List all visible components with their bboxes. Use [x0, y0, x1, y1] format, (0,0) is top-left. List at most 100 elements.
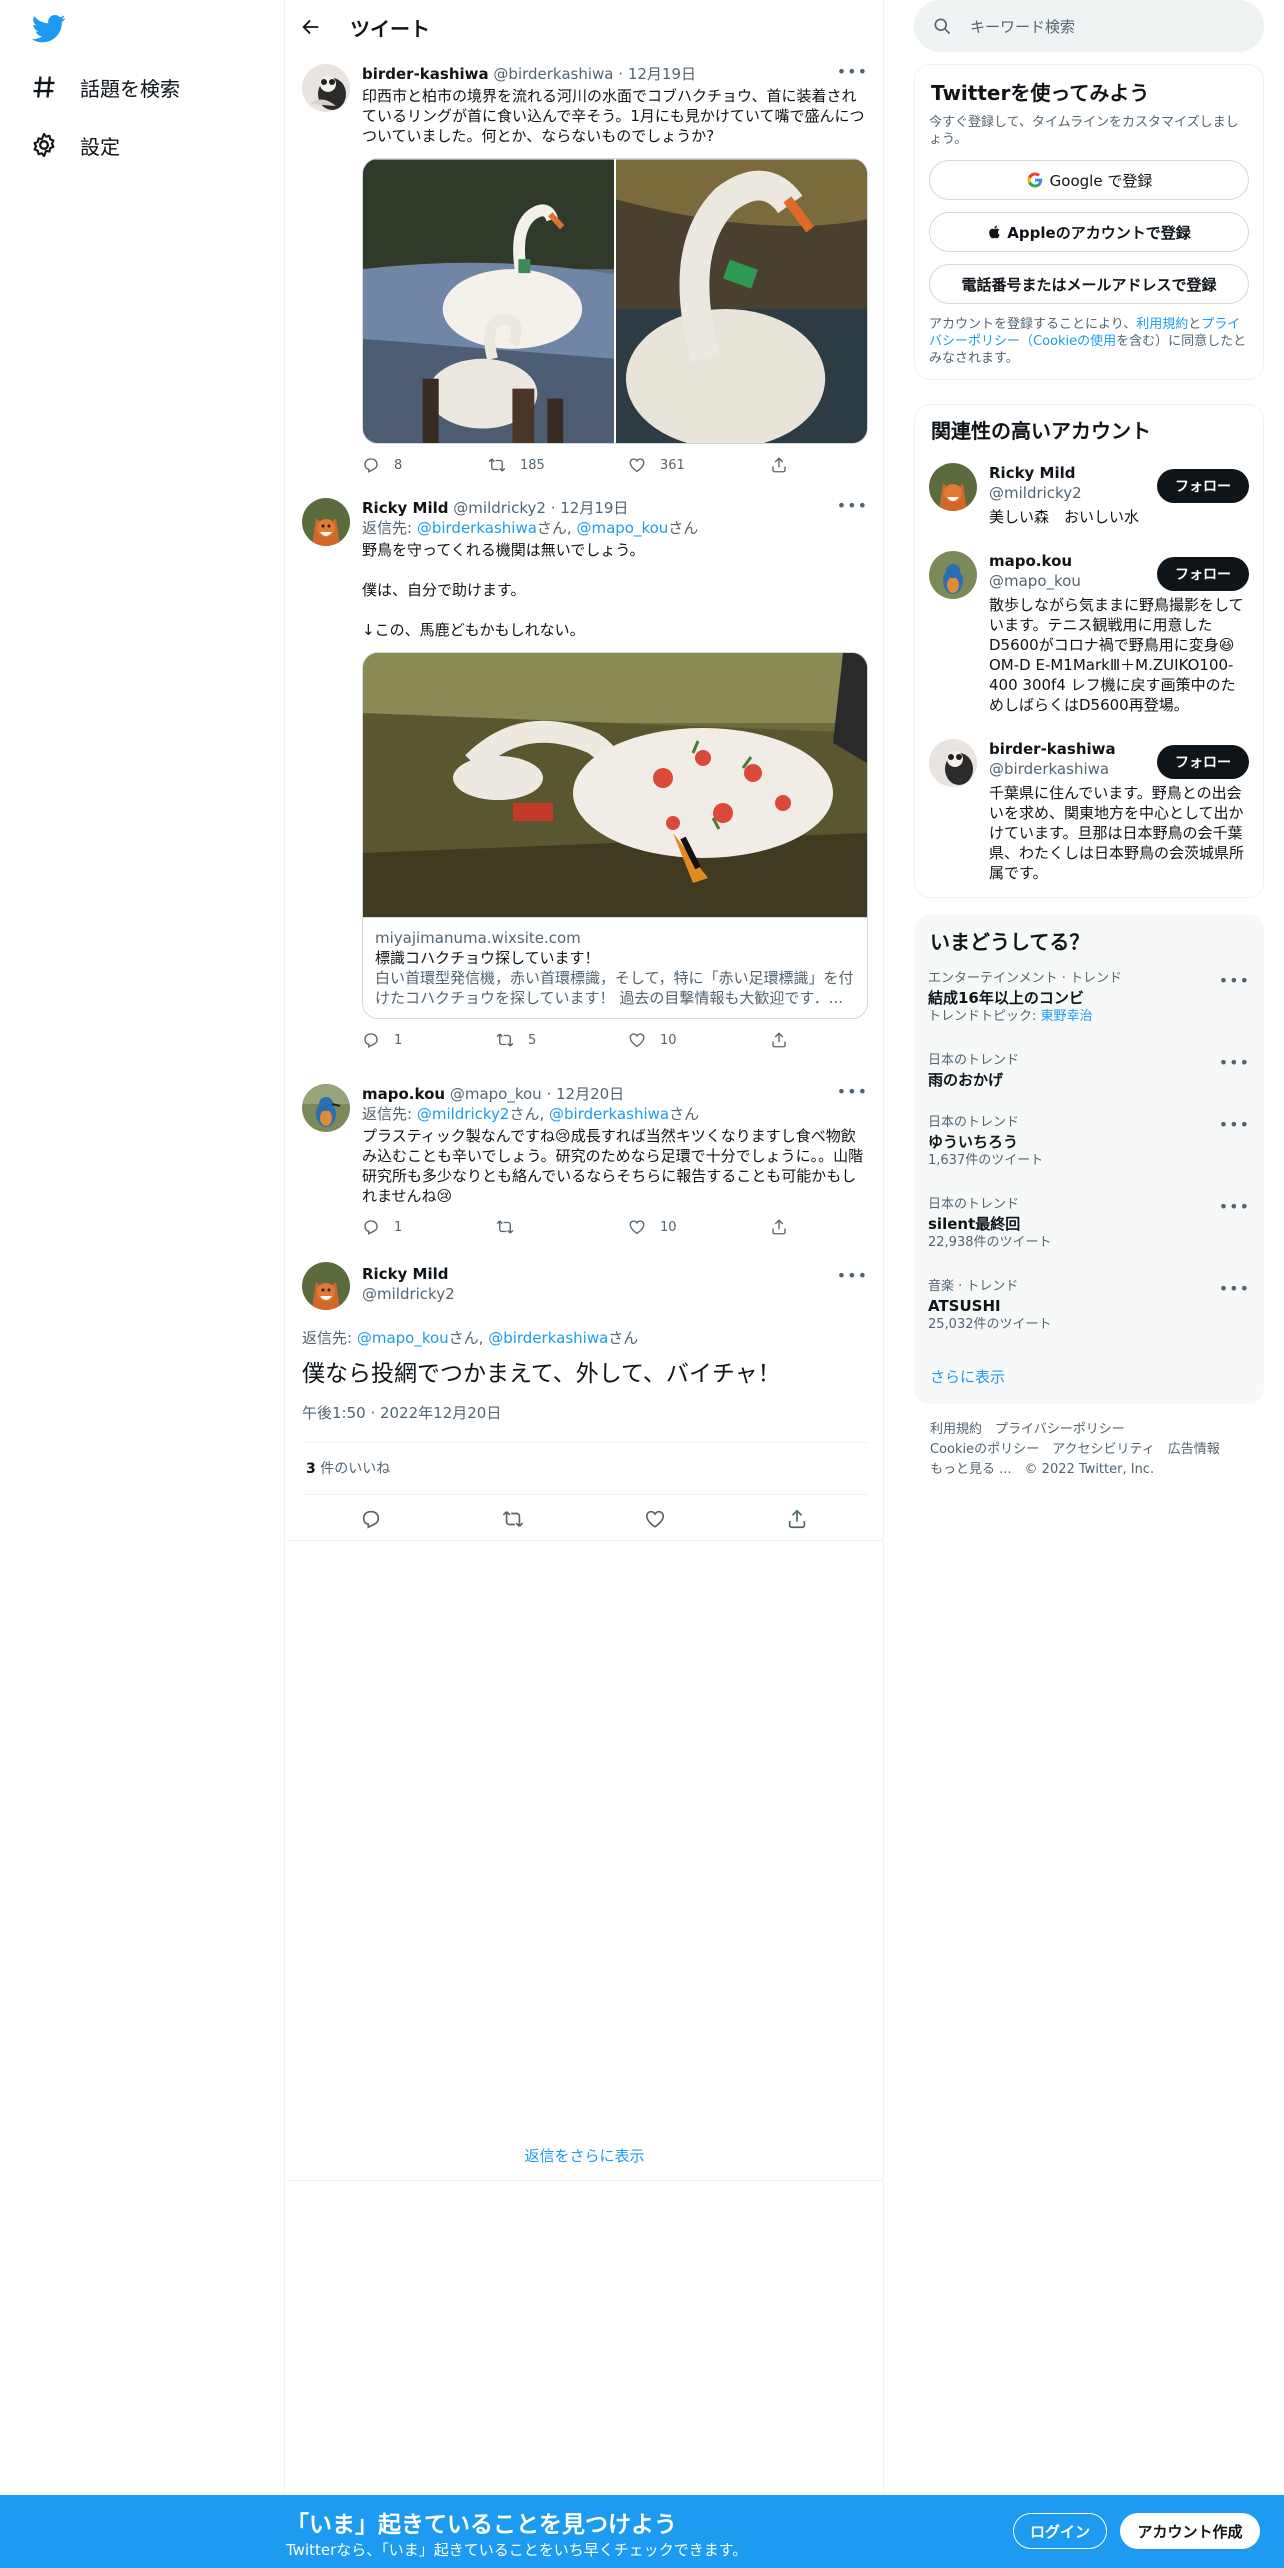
trend-item[interactable]: 音楽 · トレンド ATSUSHI 25,032件のツイート •••	[928, 1278, 1250, 1334]
footer-ads[interactable]: 広告情報	[1168, 1442, 1220, 1457]
link-card-meta[interactable]: miyajimanuma.wixsite.com 標識コハクチョウ探しています！…	[363, 917, 867, 1018]
avatar[interactable]	[929, 739, 977, 787]
author-name[interactable]: birder-kashiwa	[362, 65, 489, 83]
author-name[interactable]: Ricky Mild	[362, 1264, 455, 1284]
trend-item[interactable]: 日本のトレンド 雨のおかげ •••	[928, 1052, 1250, 1090]
link-card[interactable]: miyajimanuma.wixsite.com 標識コハクチョウ探しています！…	[362, 652, 868, 1019]
bottom-signup-bar: 「いま」起きていることを見つけよう Twitterなら、「いま」起きていることを…	[0, 2495, 1284, 2568]
reply-count: 1	[394, 1032, 403, 1048]
footer-privacy[interactable]: プライバシーポリシー	[995, 1422, 1125, 1437]
account-row[interactable]: Ricky Mild @mildricky2 美しい森 おいしい水 フォロー	[929, 463, 1249, 543]
google-signup-button[interactable]: Google で登録	[929, 160, 1249, 200]
mention-link[interactable]: @birderkashiwa	[488, 1329, 608, 1347]
apple-signup-button[interactable]: Appleのアカウントで登録	[929, 212, 1249, 252]
tweet-date[interactable]: · 12月19日	[551, 499, 629, 517]
more-icon[interactable]: •••	[837, 496, 868, 515]
avatar[interactable]	[929, 463, 977, 511]
back-arrow-icon[interactable]	[300, 16, 322, 38]
share-icon	[770, 456, 788, 474]
trend-item[interactable]: 日本のトレンド ゆういちろう 1,637件のツイート •••	[928, 1114, 1250, 1170]
avatar[interactable]	[302, 1262, 350, 1310]
tweet-date[interactable]: · 12月20日	[546, 1085, 624, 1103]
trend-context: エンターテインメント · トレンド	[928, 971, 1123, 986]
more-icon[interactable]: •••	[1219, 1198, 1250, 1216]
retweet-button[interactable]: 185	[488, 456, 545, 474]
author-handle[interactable]: @mildricky2	[453, 499, 546, 517]
hashtag-icon	[33, 76, 55, 98]
more-icon[interactable]: •••	[1219, 1054, 1250, 1072]
likes-summary[interactable]: 3 件のいいね	[306, 1458, 390, 1478]
more-icon[interactable]: •••	[837, 1082, 868, 1101]
share-button[interactable]	[770, 1031, 802, 1049]
author-handle[interactable]: @birderkashiwa	[493, 65, 613, 83]
footer-cookie[interactable]: Cookieのポリシー	[930, 1442, 1039, 1457]
footer-accessibility[interactable]: アクセシビリティ	[1052, 1442, 1155, 1457]
phone-email-signup-button[interactable]: 電話番号またはメールアドレスで登録	[929, 264, 1249, 304]
author-handle[interactable]: @mapo_kou	[450, 1085, 542, 1103]
swan-photo-1[interactable]	[363, 159, 614, 444]
retweet-icon[interactable]	[502, 1508, 524, 1530]
like-count: 361	[660, 457, 685, 473]
follow-button[interactable]: フォロー	[1157, 745, 1249, 779]
search-input[interactable]: キーワード検索	[914, 0, 1264, 52]
mention-link[interactable]: @mapo_kou	[357, 1329, 449, 1347]
reply-prefix: 返信先:	[362, 519, 417, 537]
retweet-button[interactable]	[496, 1218, 528, 1236]
follow-button[interactable]: フォロー	[1157, 469, 1249, 503]
mention-link[interactable]: @mapo_kou	[576, 519, 668, 537]
create-account-button[interactable]: アカウント作成	[1120, 2513, 1260, 2549]
mention-link[interactable]: @mildricky2	[417, 1105, 510, 1123]
sidebar-footer: 利用規約 プライバシーポリシー Cookieのポリシー アクセシビリティ 広告情…	[930, 1420, 1260, 1480]
more-icon[interactable]: •••	[1219, 972, 1250, 990]
mention-link[interactable]: @birderkashiwa	[417, 519, 537, 537]
reply-button[interactable]: 8	[362, 456, 402, 474]
author-handle[interactable]: @mildricky2	[362, 1284, 455, 1304]
reply-icon[interactable]	[360, 1508, 382, 1530]
swan-photo-2[interactable]	[615, 159, 867, 444]
twitter-logo-icon[interactable]	[32, 14, 66, 44]
follow-button[interactable]: フォロー	[1157, 557, 1249, 591]
mention-link[interactable]: @birderkashiwa	[549, 1105, 669, 1123]
account-row[interactable]: mapo.kou @mapo_kou 散歩しながら気ままに野鳥撮影をしています。…	[929, 551, 1249, 721]
like-button[interactable]: 10	[628, 1031, 677, 1049]
more-icon[interactable]: •••	[837, 62, 868, 81]
avatar[interactable]	[929, 551, 977, 599]
more-icon[interactable]: •••	[1219, 1280, 1250, 1298]
footer-terms[interactable]: 利用規約	[930, 1422, 982, 1437]
trend-topic-link[interactable]: 東野幸治	[1041, 1009, 1093, 1024]
tweet-media[interactable]	[362, 158, 868, 444]
share-icon[interactable]	[786, 1508, 808, 1530]
reply-button[interactable]: 1	[362, 1031, 402, 1049]
like-button[interactable]: 361	[628, 456, 685, 474]
show-more-replies[interactable]: 返信をさらに表示	[286, 2145, 883, 2166]
avatar[interactable]	[302, 1084, 350, 1132]
nav-explore[interactable]: 話題を検索	[30, 62, 180, 112]
terms-link[interactable]: 利用規約	[1136, 317, 1188, 332]
author-name[interactable]: Ricky Mild	[362, 499, 449, 517]
author-name[interactable]: mapo.kou	[362, 1085, 445, 1103]
trend-item[interactable]: 日本のトレンド silent最終回 22,938件のツイート •••	[928, 1196, 1250, 1252]
avatar[interactable]	[302, 64, 350, 112]
avatar[interactable]	[302, 498, 350, 546]
more-icon[interactable]: •••	[1219, 1116, 1250, 1134]
reply-icon	[362, 456, 380, 474]
nav-settings[interactable]: 設定	[30, 120, 120, 170]
share-button[interactable]	[770, 456, 802, 474]
trends-title: いまどうしてる？	[930, 930, 1090, 954]
trends-show-more[interactable]: さらに表示	[930, 1366, 1005, 1387]
apple-icon	[989, 225, 1000, 239]
like-icon[interactable]	[644, 1508, 666, 1530]
reply-button[interactable]: 1	[362, 1218, 402, 1236]
login-button[interactable]: ログイン	[1013, 2513, 1107, 2549]
like-button[interactable]: 10	[628, 1218, 677, 1236]
share-button[interactable]	[770, 1218, 802, 1236]
trend-name: 結成16年以上のコンビ	[928, 989, 1084, 1007]
tweet-date[interactable]: · 12月19日	[618, 65, 696, 83]
account-row[interactable]: birder-kashiwa @birderkashiwa 千葉県に住んでいます…	[929, 739, 1249, 889]
footer-more[interactable]: もっと見る ...	[930, 1462, 1012, 1477]
more-icon[interactable]: •••	[837, 1266, 868, 1285]
retweet-button[interactable]: 5	[496, 1031, 536, 1049]
terms-text-2: と	[1188, 317, 1202, 332]
tweet-timestamp[interactable]: 午後1:50 · 2022年12月20日	[302, 1402, 501, 1423]
trend-item[interactable]: エンターテインメント · トレンド 結成16年以上のコンビ トレンドトピック: …	[928, 970, 1250, 1026]
